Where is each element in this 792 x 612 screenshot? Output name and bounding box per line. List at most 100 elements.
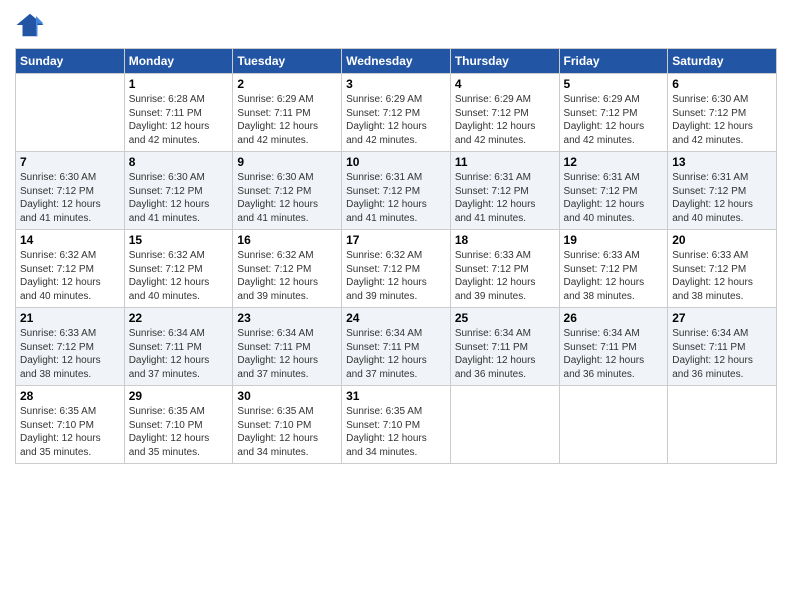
- calendar-cell: 19 Sunrise: 6:33 AMSunset: 7:12 PMDayligh…: [559, 230, 668, 308]
- logo: [15, 10, 49, 40]
- day-info: Sunrise: 6:34 AMSunset: 7:11 PMDaylight:…: [672, 327, 772, 381]
- day-info: Sunrise: 6:29 AMSunset: 7:12 PMDaylight:…: [346, 93, 446, 147]
- day-info: Sunrise: 6:33 AMSunset: 7:12 PMDaylight:…: [564, 249, 664, 303]
- calendar-cell: 26 Sunrise: 6:34 AMSunset: 7:11 PMDayligh…: [559, 308, 668, 386]
- day-number: 5: [564, 77, 664, 91]
- day-number: 8: [129, 155, 229, 169]
- calendar-cell: 23 Sunrise: 6:34 AMSunset: 7:11 PMDayligh…: [233, 308, 342, 386]
- day-number: 11: [455, 155, 555, 169]
- calendar-cell: 14 Sunrise: 6:32 AMSunset: 7:12 PMDayligh…: [16, 230, 125, 308]
- calendar-day-header: Thursday: [450, 49, 559, 74]
- calendar-table: SundayMondayTuesdayWednesdayThursdayFrid…: [15, 48, 777, 464]
- day-info: Sunrise: 6:31 AMSunset: 7:12 PMDaylight:…: [346, 171, 446, 225]
- day-number: 23: [237, 311, 337, 325]
- day-info: Sunrise: 6:33 AMSunset: 7:12 PMDaylight:…: [455, 249, 555, 303]
- day-info: Sunrise: 6:34 AMSunset: 7:11 PMDaylight:…: [346, 327, 446, 381]
- day-number: 19: [564, 233, 664, 247]
- day-info: Sunrise: 6:33 AMSunset: 7:12 PMDaylight:…: [672, 249, 772, 303]
- calendar-cell: 6 Sunrise: 6:30 AMSunset: 7:12 PMDaylight…: [668, 74, 777, 152]
- calendar-day-header: Friday: [559, 49, 668, 74]
- calendar-week-row: 21Sunrise: 6:33 AMSunset: 7:12 PMDayligh…: [16, 308, 777, 386]
- day-info: Sunrise: 6:29 AMSunset: 7:12 PMDaylight:…: [455, 93, 555, 147]
- day-info: Sunrise: 6:30 AMSunset: 7:12 PMDaylight:…: [20, 171, 120, 225]
- calendar-cell: 24 Sunrise: 6:34 AMSunset: 7:11 PMDayligh…: [342, 308, 451, 386]
- calendar-cell: 30Sunrise: 6:35 AMSunset: 7:10 PMDayligh…: [233, 386, 342, 464]
- calendar-cell: 5 Sunrise: 6:29 AMSunset: 7:12 PMDaylight…: [559, 74, 668, 152]
- day-info: Sunrise: 6:30 AMSunset: 7:12 PMDaylight:…: [129, 171, 229, 225]
- calendar-cell: [559, 386, 668, 464]
- day-number: 12: [564, 155, 664, 169]
- generalblue-logo-icon: [15, 10, 45, 40]
- day-number: 16: [237, 233, 337, 247]
- day-info: Sunrise: 6:31 AMSunset: 7:12 PMDaylight:…: [455, 171, 555, 225]
- day-number: 7: [20, 155, 120, 169]
- day-info: Sunrise: 6:31 AMSunset: 7:12 PMDaylight:…: [672, 171, 772, 225]
- calendar-cell: [668, 386, 777, 464]
- calendar-cell: 20 Sunrise: 6:33 AMSunset: 7:12 PMDayligh…: [668, 230, 777, 308]
- day-info: Sunrise: 6:30 AMSunset: 7:12 PMDaylight:…: [672, 93, 772, 147]
- day-info: Sunrise: 6:32 AMSunset: 7:12 PMDaylight:…: [346, 249, 446, 303]
- calendar-cell: 17 Sunrise: 6:32 AMSunset: 7:12 PMDayligh…: [342, 230, 451, 308]
- calendar-cell: 18 Sunrise: 6:33 AMSunset: 7:12 PMDayligh…: [450, 230, 559, 308]
- calendar-cell: 13 Sunrise: 6:31 AMSunset: 7:12 PMDayligh…: [668, 152, 777, 230]
- day-number: 17: [346, 233, 446, 247]
- day-info: Sunrise: 6:33 AMSunset: 7:12 PMDaylight:…: [20, 327, 120, 381]
- calendar-cell: 11 Sunrise: 6:31 AMSunset: 7:12 PMDayligh…: [450, 152, 559, 230]
- calendar-cell: [450, 386, 559, 464]
- day-number: 6: [672, 77, 772, 91]
- day-number: 2: [237, 77, 337, 91]
- calendar-cell: 3 Sunrise: 6:29 AMSunset: 7:12 PMDaylight…: [342, 74, 451, 152]
- day-info: Sunrise: 6:35 AMSunset: 7:10 PMDaylight:…: [346, 405, 446, 459]
- calendar-cell: 28 Sunrise: 6:35 AMSunset: 7:10 PMDayligh…: [16, 386, 125, 464]
- day-info: Sunrise: 6:34 AMSunset: 7:11 PMDaylight:…: [564, 327, 664, 381]
- day-number: 4: [455, 77, 555, 91]
- calendar-day-header: Wednesday: [342, 49, 451, 74]
- day-info: Sunrise: 6:32 AMSunset: 7:12 PMDaylight:…: [237, 249, 337, 303]
- calendar-cell: 8 Sunrise: 6:30 AMSunset: 7:12 PMDaylight…: [124, 152, 233, 230]
- day-number: 24: [346, 311, 446, 325]
- calendar-cell: 1Sunrise: 6:28 AMSunset: 7:11 PMDaylight…: [124, 74, 233, 152]
- day-number: 28: [20, 389, 120, 403]
- day-info: Sunrise: 6:31 AMSunset: 7:12 PMDaylight:…: [564, 171, 664, 225]
- calendar-header-row: SundayMondayTuesdayWednesdayThursdayFrid…: [16, 49, 777, 74]
- calendar-cell: 2Sunrise: 6:29 AMSunset: 7:11 PMDaylight…: [233, 74, 342, 152]
- calendar-cell: 4 Sunrise: 6:29 AMSunset: 7:12 PMDaylight…: [450, 74, 559, 152]
- day-info: Sunrise: 6:32 AMSunset: 7:12 PMDaylight:…: [20, 249, 120, 303]
- calendar-cell: 22 Sunrise: 6:34 AMSunset: 7:11 PMDayligh…: [124, 308, 233, 386]
- day-info: Sunrise: 6:30 AMSunset: 7:12 PMDaylight:…: [237, 171, 337, 225]
- day-number: 15: [129, 233, 229, 247]
- day-number: 13: [672, 155, 772, 169]
- day-number: 14: [20, 233, 120, 247]
- day-info: Sunrise: 6:32 AMSunset: 7:12 PMDaylight:…: [129, 249, 229, 303]
- day-info: Sunrise: 6:34 AMSunset: 7:11 PMDaylight:…: [237, 327, 337, 381]
- calendar-cell: 27 Sunrise: 6:34 AMSunset: 7:11 PMDayligh…: [668, 308, 777, 386]
- day-number: 9: [237, 155, 337, 169]
- calendar-week-row: 1Sunrise: 6:28 AMSunset: 7:11 PMDaylight…: [16, 74, 777, 152]
- day-info: Sunrise: 6:34 AMSunset: 7:11 PMDaylight:…: [129, 327, 229, 381]
- calendar-cell: 15 Sunrise: 6:32 AMSunset: 7:12 PMDayligh…: [124, 230, 233, 308]
- day-number: 27: [672, 311, 772, 325]
- calendar-week-row: 14 Sunrise: 6:32 AMSunset: 7:12 PMDayligh…: [16, 230, 777, 308]
- calendar-day-header: Saturday: [668, 49, 777, 74]
- day-number: 3: [346, 77, 446, 91]
- day-number: 18: [455, 233, 555, 247]
- calendar-cell: 31Sunrise: 6:35 AMSunset: 7:10 PMDayligh…: [342, 386, 451, 464]
- day-info: Sunrise: 6:34 AMSunset: 7:11 PMDaylight:…: [455, 327, 555, 381]
- day-info: Sunrise: 6:35 AMSunset: 7:10 PMDaylight:…: [20, 405, 120, 459]
- day-number: 29: [129, 389, 229, 403]
- day-info: Sunrise: 6:29 AMSunset: 7:12 PMDaylight:…: [564, 93, 664, 147]
- day-number: 10: [346, 155, 446, 169]
- day-number: 25: [455, 311, 555, 325]
- calendar-cell: [16, 74, 125, 152]
- calendar-cell: 16 Sunrise: 6:32 AMSunset: 7:12 PMDayligh…: [233, 230, 342, 308]
- calendar-cell: 21Sunrise: 6:33 AMSunset: 7:12 PMDayligh…: [16, 308, 125, 386]
- calendar-cell: 25 Sunrise: 6:34 AMSunset: 7:11 PMDayligh…: [450, 308, 559, 386]
- header: [15, 10, 777, 40]
- day-info: Sunrise: 6:28 AMSunset: 7:11 PMDaylight:…: [129, 93, 229, 147]
- calendar-day-header: Tuesday: [233, 49, 342, 74]
- day-info: Sunrise: 6:35 AMSunset: 7:10 PMDaylight:…: [237, 405, 337, 459]
- day-number: 22: [129, 311, 229, 325]
- day-number: 26: [564, 311, 664, 325]
- calendar-cell: 10 Sunrise: 6:31 AMSunset: 7:12 PMDayligh…: [342, 152, 451, 230]
- day-number: 20: [672, 233, 772, 247]
